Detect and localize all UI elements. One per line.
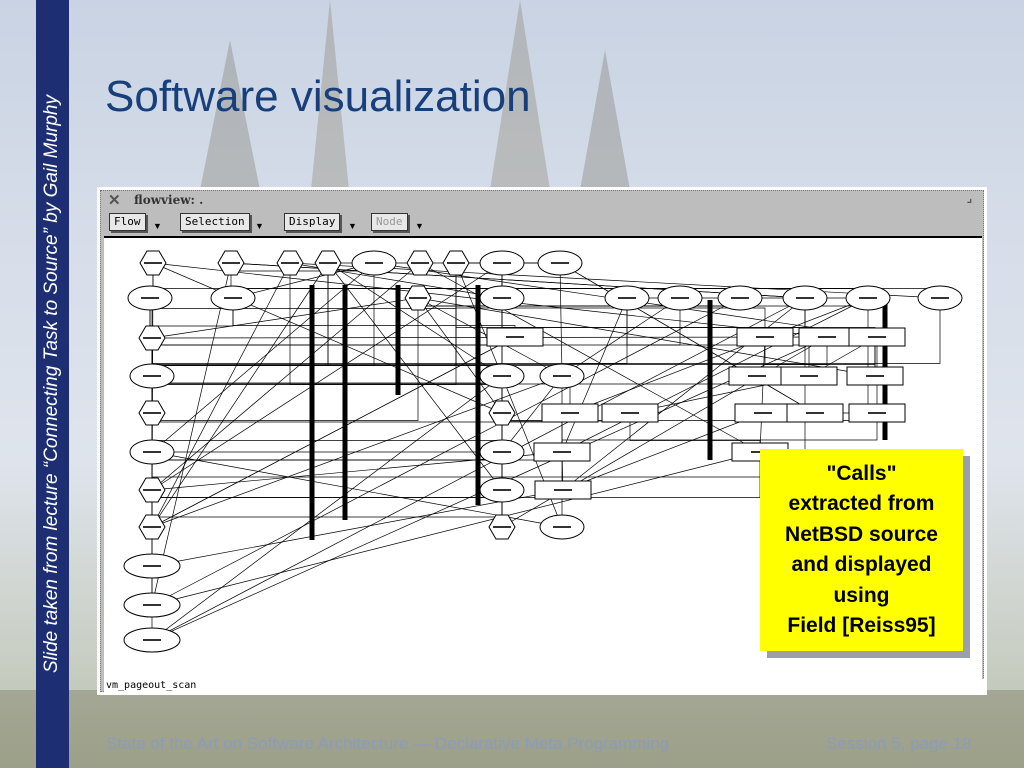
node-label-mark: [866, 375, 884, 377]
node-label-mark: [671, 297, 689, 299]
call-edge: [232, 262, 375, 299]
node-label-mark: [143, 412, 161, 414]
node-label-mark: [731, 297, 749, 299]
node-label-mark: [281, 262, 299, 264]
callout-line: extracted from: [788, 492, 935, 515]
node-label-mark: [319, 262, 337, 264]
node-label-mark: [493, 526, 511, 528]
node-label-mark: [493, 412, 511, 414]
node-label-mark: [796, 297, 814, 299]
node-label-mark: [553, 526, 571, 528]
node-label-mark: [868, 336, 886, 338]
callout-line: using: [833, 583, 890, 607]
node-label-mark: [493, 451, 511, 453]
call-edge: [569, 297, 869, 414]
node-label-mark: [143, 604, 161, 606]
node-label-mark: [931, 297, 949, 299]
callout-line: and displayed: [791, 553, 932, 576]
node-label-mark: [224, 297, 242, 299]
node-label-mark: [447, 262, 465, 264]
node-label-mark: [800, 375, 818, 377]
node-label-mark: [754, 412, 772, 414]
node-label-mark: [553, 451, 571, 453]
node-label-mark: [561, 412, 579, 414]
call-edge: [151, 298, 503, 452]
node-label-mark: [493, 375, 511, 377]
node-label-mark: [143, 337, 161, 339]
node-label-mark: [222, 262, 240, 264]
node-label-mark: [143, 375, 161, 377]
call-edge: [151, 262, 375, 453]
node-label-mark: [493, 297, 511, 299]
node-label-mark: [411, 262, 429, 264]
call-edge: [151, 452, 761, 527]
node-label-mark: [806, 412, 824, 414]
node-label-mark: [868, 412, 886, 414]
call-edge: [759, 336, 766, 453]
node-label-mark: [143, 639, 161, 641]
call-edge: [417, 297, 503, 414]
call-edge: [151, 297, 419, 339]
node-label-mark: [621, 412, 639, 414]
call-edge: [151, 451, 761, 606]
node-label-mark: [551, 262, 569, 264]
callout-line: "Calls": [826, 461, 897, 485]
node-label-mark: [859, 297, 877, 299]
call-edge: [151, 413, 503, 605]
node-label-mark: [143, 489, 161, 491]
call-edge: [151, 452, 503, 527]
call-edge: [151, 297, 741, 606]
node-label-mark: [554, 489, 572, 491]
callout-line: Field [Reiss95]: [787, 614, 936, 637]
node-label-mark: [141, 297, 159, 299]
call-edge: [559, 262, 563, 377]
callout-box: "Calls" extracted from NetBSD source and…: [760, 449, 963, 651]
node-label-mark: [756, 336, 774, 338]
call-edge: [151, 262, 421, 491]
node-label-mark: [493, 262, 511, 264]
node-label-mark: [144, 262, 162, 264]
node-label-mark: [553, 375, 571, 377]
node-label-mark: [143, 526, 161, 528]
node-label-mark: [818, 336, 836, 338]
node-label-mark: [748, 375, 766, 377]
node-label-mark: [365, 262, 383, 264]
node-label-mark: [143, 451, 161, 453]
footer-right: Session 5, page 18: [826, 734, 972, 753]
node-label-mark: [409, 297, 427, 299]
callout-line: NetBSD source: [785, 522, 938, 546]
footer-left: State of the Art on Software Architectur…: [106, 734, 670, 753]
node-label-mark: [143, 565, 161, 567]
node-label-mark: [506, 336, 524, 338]
node-label-mark: [493, 489, 511, 491]
call-edge: [151, 413, 503, 452]
node-label-mark: [618, 297, 636, 299]
